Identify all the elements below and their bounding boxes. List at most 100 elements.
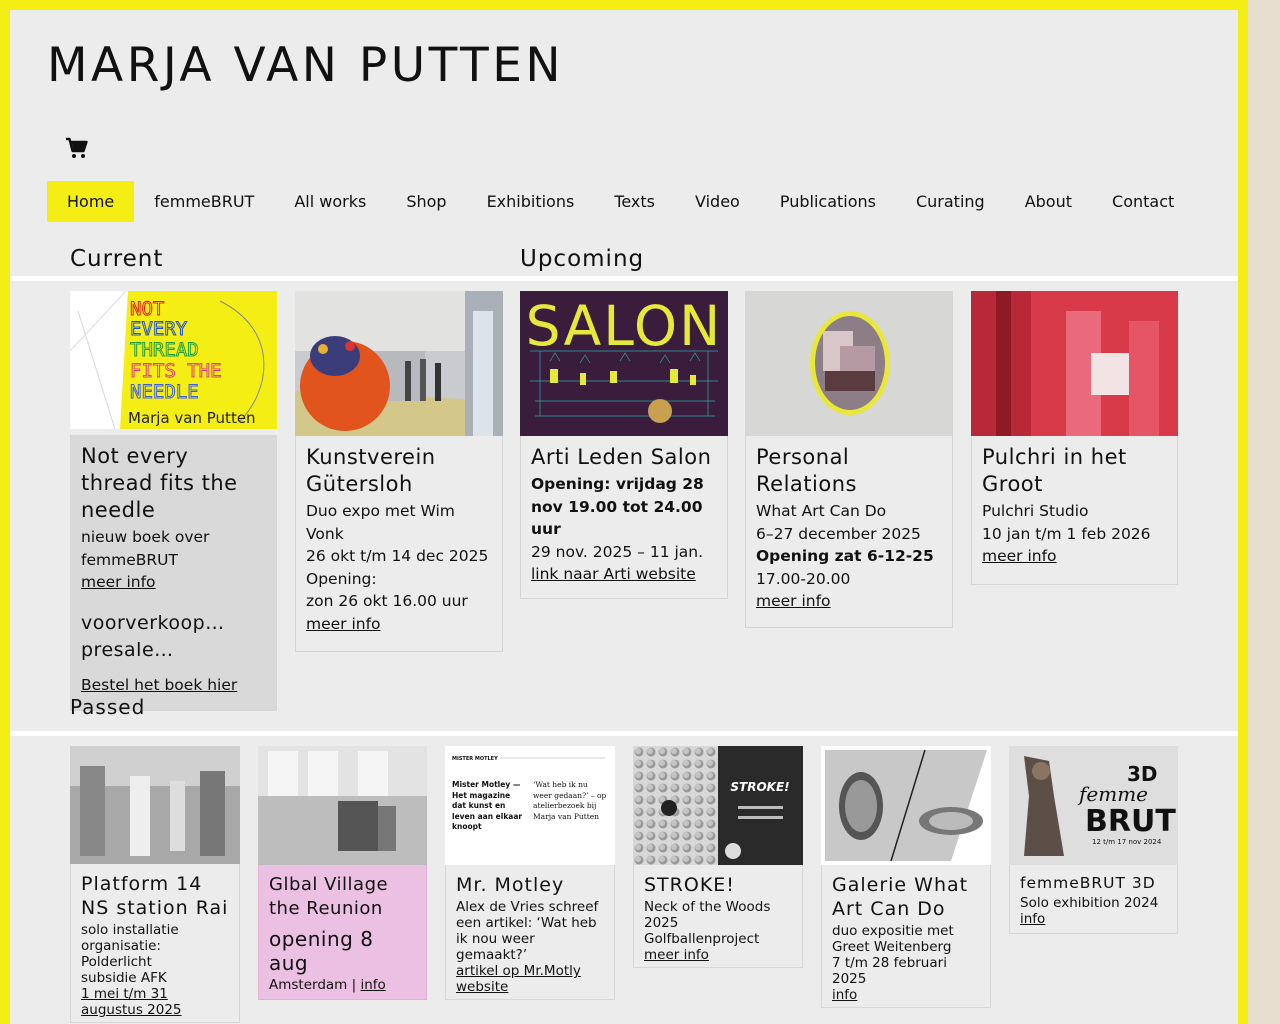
card-info: Platform 14 NS station Rai solo installa…: [70, 864, 240, 1023]
section-title-current: Current: [70, 246, 164, 272]
card-link-info[interactable]: info: [832, 987, 857, 1003]
card-image[interactable]: [971, 291, 1178, 436]
nav-item-video[interactable]: Video: [675, 181, 760, 222]
card-text: Duo expo met Wim Vonk: [306, 502, 455, 543]
card-stroke[interactable]: STROKE! STROKE! Neck of the Woods 2025 G…: [633, 746, 803, 968]
card-text: subsidie AFK: [81, 970, 167, 986]
card-text: 29 nov. 2025 – 11 jan.: [531, 542, 704, 561]
card-text: 17.00-20.00: [756, 569, 851, 588]
card-image[interactable]: NOT EVERY THREAD FITS THE NEEDLE Marja v…: [70, 291, 277, 429]
nav-item-contact[interactable]: Contact: [1092, 181, 1194, 222]
section-title-passed: Passed: [70, 695, 146, 719]
nav-item-femmebrut[interactable]: femmeBRUT: [134, 181, 274, 222]
card-link-article[interactable]: artikel op Mr.Motly website: [456, 963, 581, 995]
motley-image-left-text: Mister Motley — Het magazine dat kunst e…: [452, 780, 523, 831]
card-text: 6–27 december 2025: [756, 524, 921, 543]
card-title: Pulchri in het Groot: [982, 445, 1127, 496]
cover-text-0: NOT: [130, 298, 164, 320]
motley-image-right-text: ‘Wat heb ik nu weer gedaan?’ – op atelie…: [533, 780, 607, 821]
card-subtitle: voorverkoop… presale…: [81, 611, 225, 661]
card-info: Personal Relations What Art Can Do 6–27 …: [745, 436, 953, 628]
card-link-more-info[interactable]: meer info: [982, 547, 1057, 565]
card-personal-relations[interactable]: Personal Relations What Art Can Do 6–27 …: [745, 291, 953, 628]
card-link-order-book[interactable]: Bestel het boek hier: [81, 676, 237, 694]
card-text: Pulchri Studio: [982, 502, 1089, 520]
card-global-village[interactable]: Glbal Village the Reunion opening 8 aug …: [258, 746, 427, 1000]
nav-item-home[interactable]: Home: [47, 181, 135, 222]
card-arti-salon[interactable]: SALON Arti Leden Salon Opening: vrijdag …: [520, 291, 728, 599]
femmebrut-image-dates: 12 t/m 17 nov 2024: [1092, 838, 1162, 846]
card-text: 26 okt t/m 14 dec 2025: [306, 547, 489, 565]
shopping-cart-icon[interactable]: [65, 136, 89, 160]
card-link-more-info[interactable]: meer info: [644, 947, 709, 963]
card-opening: Opening: vrijdag 28 nov 19.00 tot 24.00 …: [531, 475, 704, 538]
card-galerie-what-art-can-do[interactable]: Galerie What Art Can Do duo expositie me…: [821, 746, 991, 1008]
nav-item-publications[interactable]: Publications: [760, 181, 896, 222]
divider: [10, 276, 1238, 281]
card-kunstverein[interactable]: Kunstverein Gütersloh Duo expo met Wim V…: [295, 291, 503, 652]
card-text: nieuw boek over femmeBRUT: [81, 528, 210, 569]
card-title: Glbal Village the Reunion: [269, 874, 389, 919]
card-image[interactable]: SALON: [520, 291, 728, 436]
nav-item-exhibitions[interactable]: Exhibitions: [467, 181, 595, 222]
cover-text-1: EVERY: [130, 318, 188, 340]
card-image[interactable]: [745, 291, 953, 436]
card-text: Alex de Vries schreef een artikel: ‘Wat …: [456, 899, 599, 963]
card-not-every-thread[interactable]: NOT EVERY THREAD FITS THE NEEDLE Marja v…: [70, 291, 277, 711]
card-image[interactable]: MISTER MOTLEY Mister Motley — Het magazi…: [445, 746, 615, 865]
card-text: zon 26 okt 16.00 uur: [306, 592, 468, 610]
card-text: duo expositie met Greet Weitenberg: [832, 923, 954, 955]
card-title: STROKE!: [644, 874, 735, 896]
card-info: Mr. Motley Alex de Vries schreef een art…: [445, 865, 615, 1000]
card-image[interactable]: STROKE!: [633, 746, 803, 865]
divider: [10, 731, 1238, 736]
card-image[interactable]: [70, 746, 240, 864]
nav-item-all-works[interactable]: All works: [274, 181, 386, 222]
card-pulchri[interactable]: Pulchri in het Groot Pulchri Studio 10 j…: [971, 291, 1178, 585]
card-image[interactable]: [821, 746, 991, 865]
site-title[interactable]: MARJA VAN PUTTEN: [47, 38, 564, 93]
card-subtitle: opening 8 aug: [269, 927, 374, 975]
card-text: Opening:: [306, 569, 377, 588]
card-info: Glbal Village the Reunion opening 8 aug …: [258, 865, 427, 1000]
femmebrut-image-brut: BRUT: [1085, 804, 1176, 839]
card-info: Pulchri in het Groot Pulchri Studio 10 j…: [971, 436, 1178, 585]
card-info: STROKE! Neck of the Woods 2025 Golfballe…: [633, 865, 803, 968]
card-title: Platform 14 NS station Rai: [81, 873, 229, 919]
card-link-more-info[interactable]: meer info: [81, 573, 156, 591]
nav-item-texts[interactable]: Texts: [594, 181, 675, 222]
card-text: Golfballenproject: [644, 931, 760, 947]
cover-text-2: THREAD: [130, 339, 199, 361]
nav-item-shop[interactable]: Shop: [386, 181, 466, 222]
salon-image-text: SALON: [526, 294, 723, 358]
card-link-more-info[interactable]: meer info: [306, 615, 381, 633]
card-image[interactable]: [258, 746, 427, 865]
nav-item-about[interactable]: About: [1005, 181, 1092, 222]
nav-item-curating[interactable]: Curating: [896, 181, 1005, 222]
card-link-dates[interactable]: 1 mei t/m 31 augustus 2025: [81, 986, 182, 1018]
card-link-info[interactable]: info: [360, 977, 385, 993]
card-link-arti-website[interactable]: link naar Arti website: [531, 565, 696, 583]
card-text: 7 t/m 28 februari 2025: [832, 955, 947, 987]
yellow-frame: MARJA VAN PUTTEN Home femmeBRUT All work…: [0, 0, 1248, 1024]
stroke-image-text: STROKE!: [730, 780, 789, 794]
card-text: What Art Can Do: [756, 502, 887, 520]
femmebrut-image-femme: femme: [1077, 782, 1148, 806]
card-link-info[interactable]: info: [1020, 911, 1045, 927]
card-text: organisatie: Polderlicht: [81, 938, 161, 970]
card-title: Kunstverein Gütersloh: [306, 445, 436, 496]
card-image[interactable]: [295, 291, 503, 436]
card-image[interactable]: 3D femme BRUT 12 t/m 17 nov 2024: [1009, 746, 1178, 865]
cover-text-author: Marja van Putten: [128, 409, 256, 427]
card-text: 10 jan t/m 1 feb 2026: [982, 524, 1151, 543]
card-info: Arti Leden Salon Opening: vrijdag 28 nov…: [520, 436, 728, 599]
card-title: Galerie What Art Can Do: [832, 874, 969, 920]
motley-logo-text: MISTER MOTLEY: [452, 756, 498, 762]
card-text: Neck of the Woods 2025: [644, 899, 771, 931]
card-femmebrut-3d[interactable]: 3D femme BRUT 12 t/m 17 nov 2024 femmeBR…: [1009, 746, 1178, 934]
card-link-more-info[interactable]: meer info: [756, 592, 831, 610]
card-platform-14[interactable]: Platform 14 NS station Rai solo installa…: [70, 746, 240, 1023]
card-title: Not every thread fits the needle: [81, 444, 238, 522]
card-mr-motley[interactable]: MISTER MOTLEY Mister Motley — Het magazi…: [445, 746, 615, 1000]
card-title: Arti Leden Salon: [531, 445, 712, 469]
